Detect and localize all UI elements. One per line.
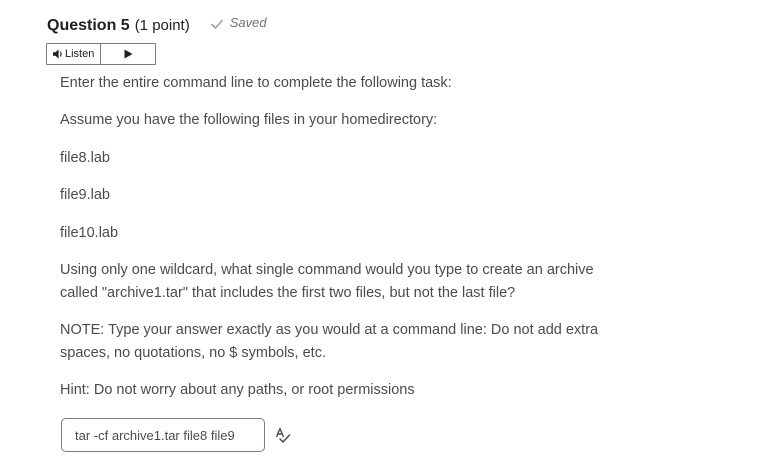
spellcheck-icon[interactable] [274,426,292,444]
play-button[interactable] [101,44,155,64]
file-item: file8.lab [60,150,110,166]
listen-button[interactable]: Listen [47,44,102,64]
note-text-line: NOTE: Type your answer exactly as you wo… [60,322,599,338]
question-text-line: Using only one wildcard, what single com… [60,262,594,278]
listen-toolbar: Listen [46,43,156,65]
speaker-icon [53,49,62,59]
instruction-text: Enter the entire command line to complet… [60,75,452,91]
saved-status: Saved [210,15,267,30]
saved-label: Saved [229,15,267,30]
assumption-text: Assume you have the following files in y… [60,112,438,128]
note-text-line: spaces, no quotations, no $ symbols, etc… [60,345,326,361]
hint-text: Hint: Do not worry about any paths, or r… [60,382,415,398]
answer-input[interactable] [61,418,265,452]
listen-label: Listen [65,48,95,60]
question-points: (1 point) [134,16,190,34]
check-icon [210,19,223,29]
file-item: file9.lab [60,187,110,203]
file-item: file10.lab [60,225,119,241]
question-header: Question 5 (1 point) Saved [47,15,267,35]
play-icon [124,49,133,59]
question-title: Question 5 [47,16,130,34]
question-text-line: called "archive1.tar" that includes the … [60,285,516,301]
